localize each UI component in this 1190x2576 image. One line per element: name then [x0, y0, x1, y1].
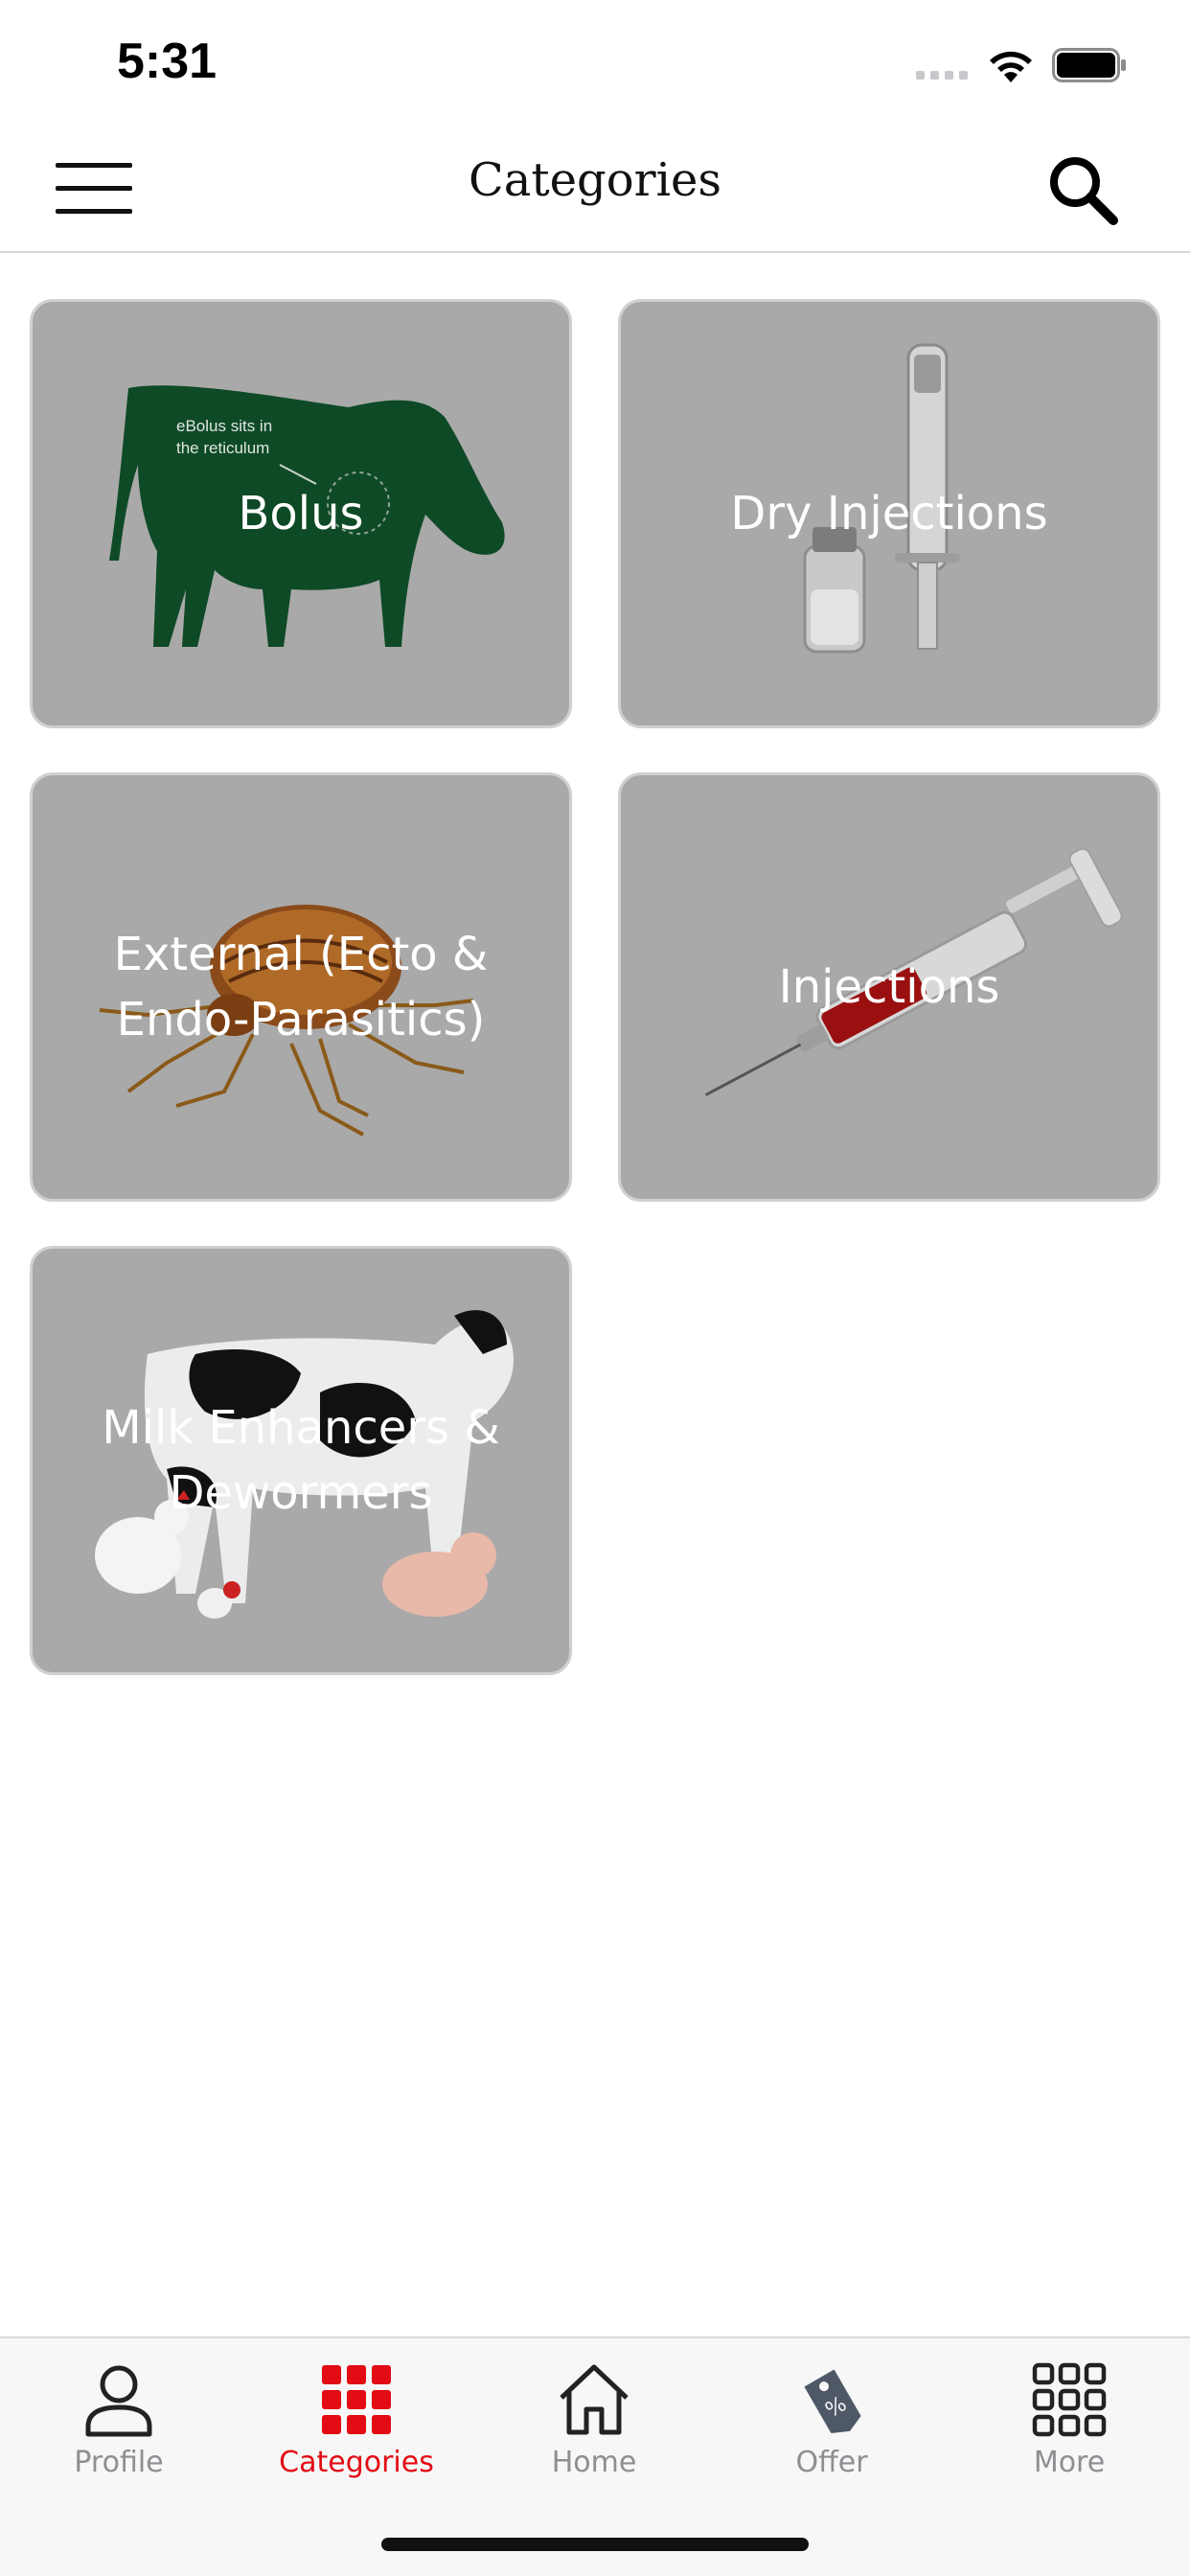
cellular-signal-icon [916, 71, 968, 80]
tab-home[interactable]: Home [475, 2352, 713, 2496]
tag-icon: % [804, 2369, 861, 2433]
battery-icon [1052, 48, 1126, 82]
tab-label: Offer [795, 2446, 868, 2479]
categories-screen: 5:31 Categories eBolus sits in the retic… [0, 0, 1190, 2576]
home-indicator[interactable] [381, 2538, 809, 2551]
search-icon[interactable] [1044, 151, 1121, 228]
category-card-bolus[interactable]: eBolus sits in the reticulum Bolus [30, 299, 572, 728]
person-icon [85, 2365, 152, 2437]
category-card-injections[interactable]: Injections [618, 772, 1160, 1202]
navigation-bar: Categories [0, 125, 1190, 253]
tab-label: Profile [74, 2446, 164, 2479]
category-label: Milk Enhancers & Dewormers [102, 1401, 500, 1520]
grid-icon [322, 2365, 391, 2434]
tab-label: Categories [279, 2446, 434, 2479]
category-label: External (Ecto & Endo-Parasitics) [113, 928, 489, 1046]
page-title: Categories [469, 153, 721, 207]
wifi-icon [990, 51, 1032, 82]
tab-label: More [1033, 2446, 1106, 2479]
tab-offer[interactable]: % Offer [713, 2352, 950, 2496]
tab-more[interactable]: More [950, 2352, 1188, 2496]
category-label: Dry Injections [730, 487, 1048, 540]
tab-label: Home [551, 2446, 637, 2479]
home-icon [560, 2364, 629, 2435]
category-card-external-parasitics[interactable]: External (Ecto & Endo-Parasitics) [30, 772, 572, 1202]
status-bar: 5:31 [0, 0, 1190, 125]
category-card-dry-injections[interactable]: Dry Injections [618, 299, 1160, 728]
category-label: Injections [778, 960, 1000, 1014]
tab-categories[interactable]: Categories [238, 2352, 475, 2496]
tab-profile[interactable]: Profile [0, 2352, 238, 2496]
category-label: Bolus [238, 487, 364, 540]
category-card-milk-enhancers[interactable]: Milk Enhancers & Dewormers [30, 1246, 572, 1675]
status-time: 5:31 [117, 34, 217, 89]
more-grid-icon [1032, 2362, 1107, 2437]
